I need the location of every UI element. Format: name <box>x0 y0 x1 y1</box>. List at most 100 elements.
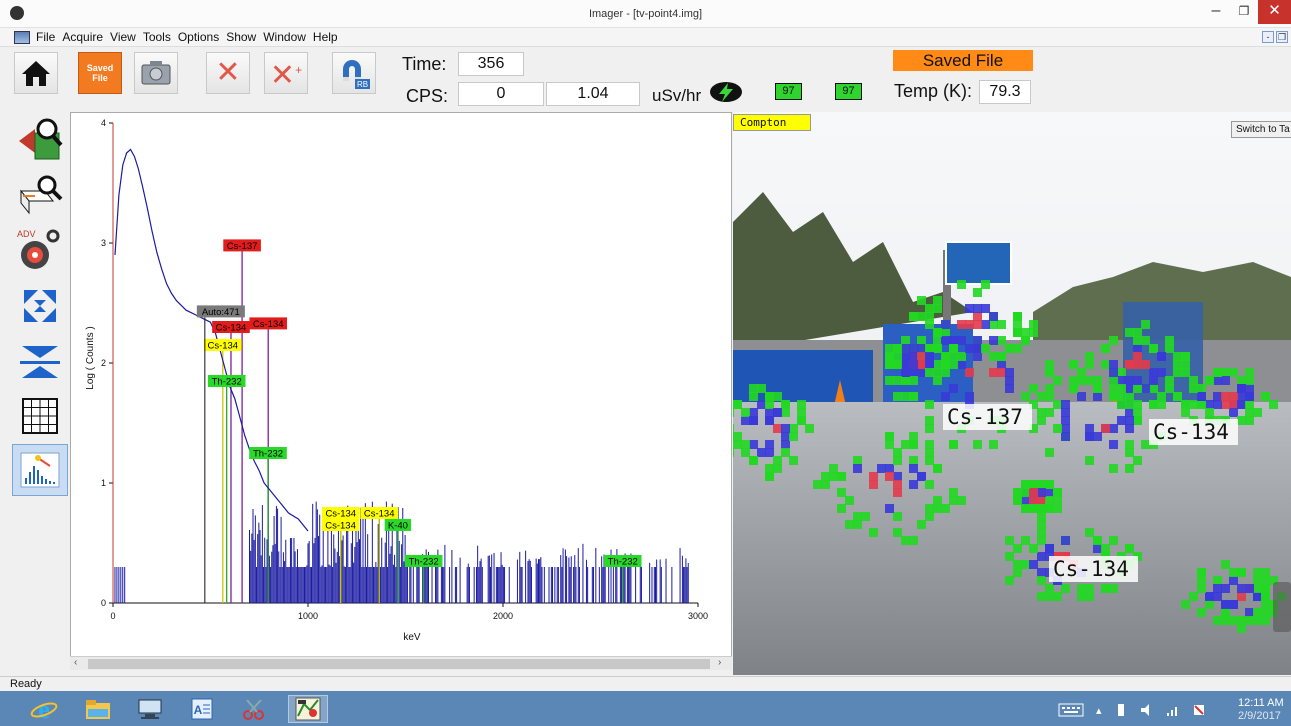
heat-cell <box>861 512 870 521</box>
heat-cell <box>893 456 902 465</box>
heat-cell <box>1013 560 1022 569</box>
heat-cell <box>909 480 918 489</box>
close-button[interactable]: ✕ <box>1258 0 1291 24</box>
heat-cell <box>1013 496 1022 505</box>
heat-cell <box>901 368 910 377</box>
heat-cell <box>805 424 814 433</box>
marker-label: Cs-137 <box>227 241 258 252</box>
temperature-value: 79.3 <box>979 80 1031 104</box>
home-button[interactable] <box>14 52 58 94</box>
taskbar-file-explorer[interactable] <box>78 695 118 723</box>
heat-cell <box>1261 600 1270 609</box>
heat-cell <box>917 368 926 377</box>
heat-cell <box>1101 424 1110 433</box>
taskbar-snipping-tool[interactable] <box>234 695 274 723</box>
taskbar-imager-app[interactable] <box>288 695 328 723</box>
box-magnifier-icon <box>19 175 63 215</box>
scroll-thumb[interactable] <box>88 659 710 669</box>
heat-cell <box>1237 624 1246 633</box>
delete-plus-button[interactable]: ✕+ <box>264 52 308 94</box>
mdi-minimize-button[interactable]: - <box>1262 31 1274 43</box>
fit-view-button[interactable] <box>12 280 68 332</box>
scroll-right-icon[interactable]: › <box>718 657 721 668</box>
heat-cell <box>1005 344 1014 353</box>
box-search-button[interactable] <box>12 168 68 220</box>
heat-cell <box>1181 368 1190 377</box>
heat-cell <box>1237 584 1246 593</box>
x-axis-label: keV <box>403 632 421 643</box>
heat-cell <box>1253 568 1262 577</box>
taskbar-internet-explorer[interactable]: e <box>24 695 64 723</box>
heat-cell <box>1197 584 1206 593</box>
rb-button[interactable]: RB <box>332 52 376 94</box>
heat-cell <box>1053 400 1062 409</box>
detector-search-button[interactable] <box>12 112 68 164</box>
minimize-button[interactable]: – <box>1201 0 1231 24</box>
compress-view-button[interactable] <box>12 336 68 388</box>
status-text: Ready <box>10 678 42 690</box>
heat-cell <box>837 472 846 481</box>
maximize-button[interactable]: ❐ <box>1229 0 1259 24</box>
menu-file[interactable]: File <box>36 30 55 44</box>
heat-cell <box>1013 568 1022 577</box>
heat-cell <box>773 424 782 433</box>
heat-cell <box>1037 488 1046 497</box>
heat-cell <box>909 440 918 449</box>
scroll-left-icon[interactable]: ‹ <box>74 657 77 668</box>
saved-file-button[interactable]: Saved File <box>78 52 122 94</box>
heat-cell <box>941 504 950 513</box>
heat-cell <box>1045 384 1054 393</box>
heat-cell <box>1237 376 1246 385</box>
heat-cell <box>1221 400 1230 409</box>
heat-cell <box>933 504 942 513</box>
heat-cell <box>933 464 942 473</box>
taskbar-clock[interactable]: 12:11 AM 2/9/2017 <box>1238 697 1288 723</box>
advanced-settings-button[interactable]: ADV <box>12 224 68 276</box>
spectrum-horizontal-scrollbar[interactable]: ‹ › <box>70 656 732 670</box>
heat-cell <box>1085 376 1094 385</box>
delete-button[interactable]: ✕ <box>206 52 250 94</box>
svg-text:ADV: ADV <box>17 229 36 239</box>
heat-cell <box>1245 616 1254 625</box>
heat-cell <box>1061 408 1070 417</box>
heat-cell <box>925 424 934 433</box>
menu-window[interactable]: Window <box>263 30 306 44</box>
heat-cell <box>1221 376 1230 385</box>
heat-cell <box>1213 616 1222 625</box>
isotope-marker-labels: Cs-137Cs-134Cs-134Cs-134Th-232Th-232Cs-1… <box>203 239 642 568</box>
heat-cell <box>885 464 894 473</box>
taskbar-remote-desktop[interactable] <box>130 695 170 723</box>
document-icon[interactable] <box>14 31 30 44</box>
tray-expand-icon[interactable]: ▴ <box>1096 704 1102 717</box>
heat-cell <box>1037 480 1046 489</box>
heat-cell <box>837 488 846 497</box>
mdi-restore-button[interactable]: ❐ <box>1276 31 1288 43</box>
grid-view-button[interactable] <box>12 390 68 442</box>
menu-acquire[interactable]: Acquire <box>62 30 103 44</box>
menu-tools[interactable]: Tools <box>143 30 171 44</box>
menu-help[interactable]: Help <box>313 30 338 44</box>
menu-show[interactable]: Show <box>226 30 256 44</box>
volume-icon[interactable] <box>1140 703 1154 717</box>
heat-cell <box>981 320 990 329</box>
action-center-flag-icon[interactable] <box>1192 703 1206 717</box>
heat-cell <box>1165 344 1174 353</box>
power-icon[interactable] <box>1114 703 1128 717</box>
heat-cell <box>1149 384 1158 393</box>
taskbar-publisher[interactable]: A <box>182 695 222 723</box>
keyboard-icon[interactable] <box>1058 703 1084 717</box>
system-tray: ▴ <box>1058 698 1206 722</box>
heat-cell <box>1093 392 1102 401</box>
heat-cell <box>1149 376 1158 385</box>
heat-cell <box>997 336 1006 345</box>
menu-view[interactable]: View <box>110 30 136 44</box>
heat-cell <box>941 328 950 337</box>
spectrum-view-button[interactable] <box>12 444 68 496</box>
heat-cell <box>773 408 782 417</box>
switch-view-button[interactable]: Switch to Ta <box>1231 121 1291 138</box>
menu-options[interactable]: Options <box>178 30 219 44</box>
saved-file-banner: Saved File <box>893 50 1033 71</box>
heat-cell <box>749 440 758 449</box>
network-icon[interactable] <box>1166 703 1180 717</box>
camera-button[interactable] <box>134 52 178 94</box>
